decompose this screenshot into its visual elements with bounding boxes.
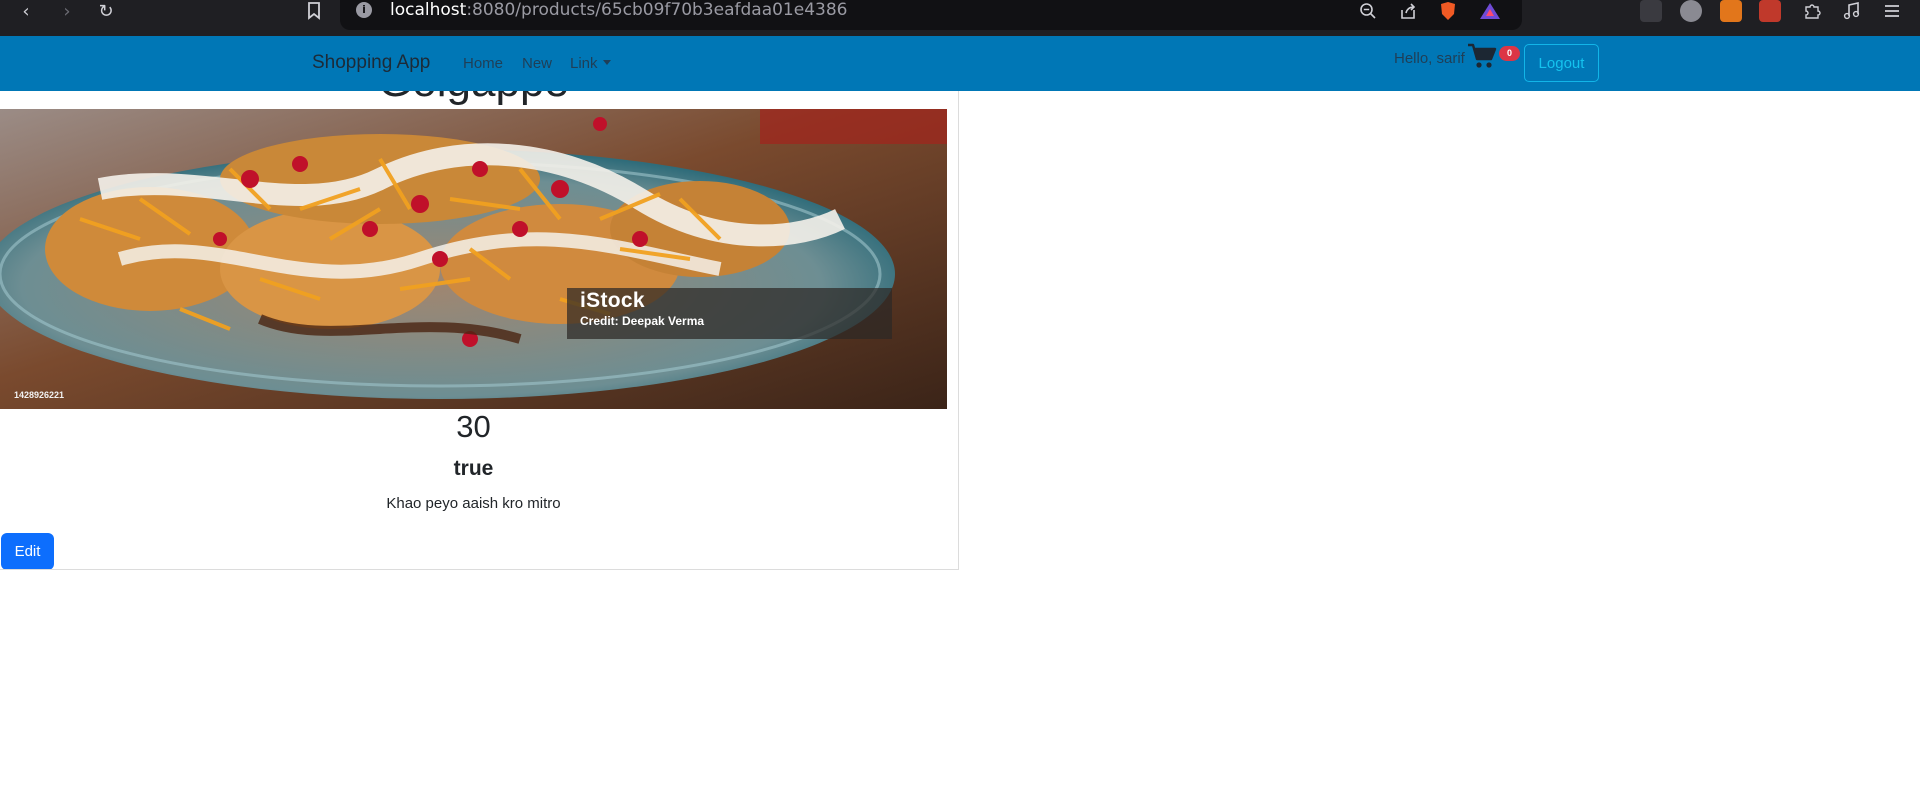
menu-icon[interactable] [1880,0,1904,22]
edit-button[interactable]: Edit [1,533,54,569]
user-greeting: Hello, sarif [1394,50,1465,67]
extensions-puzzle-icon[interactable] [1800,0,1824,22]
nav-link-dropdown-label: Link [570,55,598,72]
url-host: localhost [390,0,467,20]
back-icon[interactable]: ‹ [14,0,38,22]
bookmark-icon[interactable] [302,0,326,22]
watermark-image-id: 1428926221 [14,390,65,400]
product-image [0,109,947,409]
extension-book-icon[interactable] [1759,0,1781,22]
media-icon[interactable] [1840,0,1864,22]
address-bar[interactable]: i localhost:8080/products/65cb09f70b3eaf… [340,0,1522,30]
brave-shield-icon[interactable] [1436,0,1460,22]
product-availability: true [453,457,494,480]
zoom-out-icon[interactable] [1356,0,1380,22]
dropdown-caret-icon [602,60,611,65]
watermark-brand: iStock [580,289,645,312]
url-path: :8080/products/65cb09f70b3eafdaa01e4386 [466,0,848,20]
extension-2-icon[interactable] [1680,0,1702,22]
browser-toolbar: ‹ › ↻ i localhost:8080/products/65cb09f7… [0,0,1920,36]
nav-link-dropdown[interactable]: Link [570,55,611,72]
forward-icon[interactable]: › [55,0,79,22]
logout-button[interactable]: Logout [1524,44,1599,82]
url-text[interactable]: localhost:8080/products/65cb09f70b3eafda… [390,0,847,22]
app-navbar: Shopping App Home New Link Hello, sarif … [0,36,1920,91]
cart-count-badge: 0 [1499,46,1520,61]
share-icon[interactable] [1396,0,1420,22]
cart-icon[interactable] [1467,42,1497,70]
nav-link-new[interactable]: New [522,55,552,72]
nav-link-home[interactable]: Home [463,55,503,72]
product-description: Khao peyo aaish kro mitro [386,495,561,512]
product-title: Golgappe [0,91,947,107]
reload-icon[interactable]: ↻ [94,0,118,22]
metamask-icon[interactable] [1720,0,1742,22]
navbar-brand[interactable]: Shopping App [312,52,430,74]
product-card: Golgappe [0,91,959,570]
extension-1-icon[interactable] [1640,0,1662,22]
brave-rewards-icon[interactable] [1478,0,1502,22]
site-info-icon[interactable]: i [356,2,372,18]
product-price: 30 [456,409,491,444]
watermark-credit: Credit: Deepak Verma [580,314,705,328]
